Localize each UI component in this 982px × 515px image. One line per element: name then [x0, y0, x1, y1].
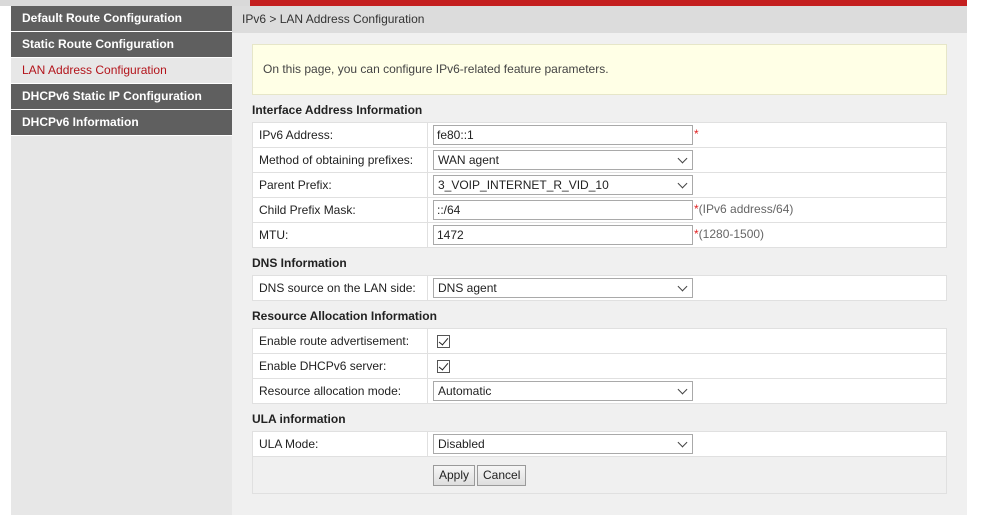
chevron-down-icon: [677, 153, 688, 164]
cancel-button[interactable]: Cancel: [477, 465, 527, 486]
dns-form: DNS source on the LAN side: DNS agent: [252, 275, 947, 301]
dhcpv6-server-cell: [427, 353, 947, 379]
resource-mode-label: Resource allocation mode:: [252, 378, 428, 404]
sidebar-item-dhcpv6-information[interactable]: DHCPv6 Information: [11, 110, 232, 136]
chevron-down-icon: [677, 178, 688, 189]
resource-mode-value: Automatic: [438, 384, 492, 398]
parent-prefix-value: 3_VOIP_INTERNET_R_VID_10: [438, 178, 609, 192]
section-title-dns: DNS Information: [252, 256, 347, 270]
dhcpv6-server-checkbox[interactable]: [437, 360, 450, 374]
dns-source-label: DNS source on the LAN side:: [252, 275, 428, 301]
dns-source-cell: DNS agent: [427, 275, 947, 301]
content: On this page, you can configure IPv6-rel…: [252, 44, 947, 494]
dns-source-value: DNS agent: [438, 281, 497, 295]
required-marker: *: [694, 127, 699, 142]
resource-form: Enable route advertisement: Enable DHCPv…: [252, 328, 947, 404]
breadcrumb: IPv6 > LAN Address Configuration: [232, 6, 967, 33]
section-title-ula: ULA information: [252, 412, 346, 426]
child-prefix-mask-input[interactable]: ::/64: [433, 200, 693, 220]
chevron-down-icon: [677, 437, 688, 448]
form-row: DNS source on the LAN side: DNS agent: [252, 275, 947, 301]
form-row: Method of obtaining prefixes: WAN agent: [252, 147, 947, 173]
ula-form: ULA Mode: Disabled: [252, 431, 947, 457]
prefix-method-select[interactable]: WAN agent: [433, 150, 693, 170]
resource-mode-select[interactable]: Automatic: [433, 381, 693, 401]
sidebar: Default Route Configuration Static Route…: [11, 6, 232, 515]
form-row: Enable DHCPv6 server:: [252, 353, 947, 379]
ipv6-address-input[interactable]: fe80::1: [433, 125, 693, 145]
parent-prefix-label: Parent Prefix:: [252, 172, 428, 198]
interface-form: IPv6 Address: fe80::1 * Method of obtaini…: [252, 122, 947, 248]
ipv6-address-cell: fe80::1 *: [427, 122, 947, 148]
dhcpv6-server-label: Enable DHCPv6 server:: [252, 353, 428, 379]
prefix-method-cell: WAN agent: [427, 147, 947, 173]
ula-mode-label: ULA Mode:: [252, 431, 428, 457]
mtu-input[interactable]: 1472: [433, 225, 693, 245]
mtu-hint: (1280-1500): [698, 227, 765, 242]
form-row: Child Prefix Mask: ::/64 *(IPv6 address/6…: [252, 197, 947, 223]
route-advertisement-checkbox[interactable]: [437, 335, 450, 349]
ula-mode-value: Disabled: [438, 437, 485, 451]
form-row: IPv6 Address: fe80::1 *: [252, 122, 947, 148]
route-advertisement-cell: [427, 328, 947, 354]
apply-button[interactable]: Apply: [433, 465, 476, 486]
chevron-down-icon: [677, 384, 688, 395]
main-panel: IPv6 > LAN Address Configuration On this…: [232, 6, 967, 515]
chevron-down-icon: [677, 281, 688, 292]
child-prefix-mask-label: Child Prefix Mask:: [252, 197, 428, 223]
mtu-label: MTU:: [252, 222, 428, 248]
sidebar-item-default-route[interactable]: Default Route Configuration: [11, 6, 232, 32]
child-prefix-mask-hint: (IPv6 address/64): [698, 202, 794, 217]
ipv6-address-label: IPv6 Address:: [252, 122, 428, 148]
form-row: Parent Prefix: 3_VOIP_INTERNET_R_VID_10: [252, 172, 947, 198]
sidebar-item-dhcpv6-static-ip[interactable]: DHCPv6 Static IP Configuration: [11, 84, 232, 110]
parent-prefix-cell: 3_VOIP_INTERNET_R_VID_10: [427, 172, 947, 198]
section-title-resource: Resource Allocation Information: [252, 309, 437, 323]
form-row: Enable route advertisement:: [252, 328, 947, 354]
mtu-cell: 1472 *(1280-1500): [427, 222, 947, 248]
prefix-method-label: Method of obtaining prefixes:: [252, 147, 428, 173]
section-title-interface: Interface Address Information: [252, 103, 423, 117]
checkmark-icon: [438, 335, 449, 346]
sidebar-item-lan-address[interactable]: LAN Address Configuration: [11, 58, 232, 84]
resource-mode-cell: Automatic: [427, 378, 947, 404]
child-prefix-mask-cell: ::/64 *(IPv6 address/64): [427, 197, 947, 223]
info-notice: On this page, you can configure IPv6-rel…: [252, 44, 947, 95]
route-advertisement-label: Enable route advertisement:: [252, 328, 428, 354]
form-row: Resource allocation mode: Automatic: [252, 378, 947, 404]
ula-mode-cell: Disabled: [427, 431, 947, 457]
checkmark-icon: [438, 360, 449, 371]
prefix-method-value: WAN agent: [438, 153, 499, 167]
button-row: Apply Cancel: [252, 457, 947, 494]
parent-prefix-select[interactable]: 3_VOIP_INTERNET_R_VID_10: [433, 175, 693, 195]
dns-source-select[interactable]: DNS agent: [433, 278, 693, 298]
sidebar-item-static-route[interactable]: Static Route Configuration: [11, 32, 232, 58]
form-row: ULA Mode: Disabled: [252, 431, 947, 457]
ula-mode-select[interactable]: Disabled: [433, 434, 693, 454]
form-row: MTU: 1472 *(1280-1500): [252, 222, 947, 248]
